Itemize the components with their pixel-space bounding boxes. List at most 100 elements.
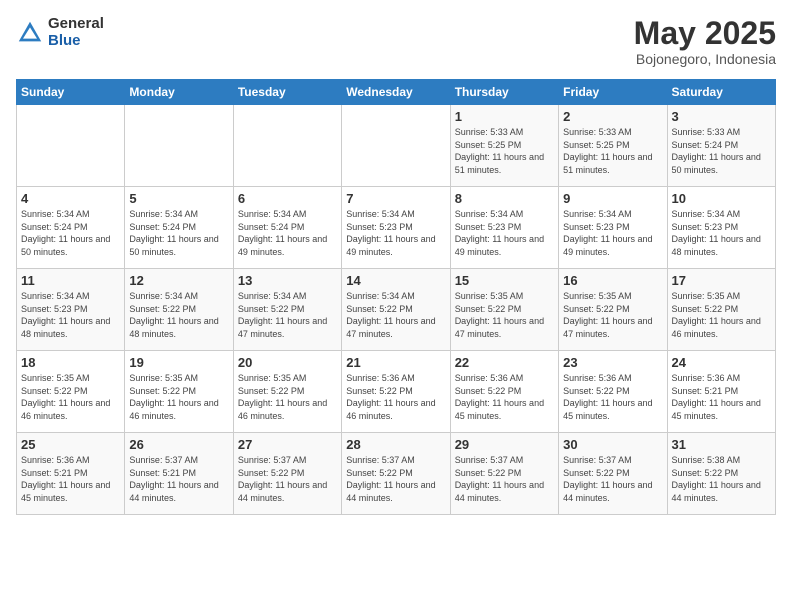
day-info: Sunrise: 5:34 AM Sunset: 5:24 PM Dayligh… xyxy=(129,208,228,258)
calendar-cell: 13Sunrise: 5:34 AM Sunset: 5:22 PM Dayli… xyxy=(233,269,341,351)
day-number: 8 xyxy=(455,191,554,206)
day-number: 12 xyxy=(129,273,228,288)
calendar-week-row: 11 Sunrise: 5:34 AM Sunset: 5:23 PM Dayli… xyxy=(17,269,776,351)
header: General Blue May 2025 Bojonegoro, Indone… xyxy=(16,16,776,67)
calendar-cell: 22 Sunrise: 5:36 AM Sunset: 5:22 PM Dayli… xyxy=(450,351,558,433)
day-number: 17 xyxy=(672,273,771,288)
day-info: Sunrise: 5:35 AM Sunset: 5:22 PM Dayligh… xyxy=(129,372,228,422)
calendar-table: SundayMondayTuesdayWednesdayThursdayFrid… xyxy=(16,79,776,515)
day-info: Sunrise: 5:37 AM Sunset: 5:22 PM Dayligh… xyxy=(238,454,337,504)
day-number: 24 xyxy=(672,355,771,370)
calendar-cell: 25Sunrise: 5:36 AM Sunset: 5:21 PM Dayli… xyxy=(17,433,125,515)
page-container: General Blue May 2025 Bojonegoro, Indone… xyxy=(0,0,792,525)
day-number: 26 xyxy=(129,437,228,452)
day-number: 29 xyxy=(455,437,554,452)
calendar-cell: 18 Sunrise: 5:35 AM Sunset: 5:22 PM Dayli… xyxy=(17,351,125,433)
calendar-cell: 11 Sunrise: 5:34 AM Sunset: 5:23 PM Dayli… xyxy=(17,269,125,351)
calendar-cell: 15Sunrise: 5:35 AM Sunset: 5:22 PM Dayli… xyxy=(450,269,558,351)
calendar-cell: 9 Sunrise: 5:34 AM Sunset: 5:23 PM Daylig… xyxy=(559,187,667,269)
col-header-monday: Monday xyxy=(125,80,233,105)
col-header-sunday: Sunday xyxy=(17,80,125,105)
calendar-cell: 1 Sunrise: 5:33 AM Sunset: 5:25 PM Daylig… xyxy=(450,105,558,187)
calendar-week-row: 18 Sunrise: 5:35 AM Sunset: 5:22 PM Dayli… xyxy=(17,351,776,433)
day-info: Sunrise: 5:35 AM Sunset: 5:22 PM Dayligh… xyxy=(21,372,120,422)
logo-blue: Blue xyxy=(48,33,104,50)
day-number: 19 xyxy=(129,355,228,370)
day-number: 31 xyxy=(672,437,771,452)
day-number: 15 xyxy=(455,273,554,288)
logo-text: General Blue xyxy=(48,16,104,49)
calendar-cell: 27Sunrise: 5:37 AM Sunset: 5:22 PM Dayli… xyxy=(233,433,341,515)
day-number: 4 xyxy=(21,191,120,206)
day-number: 6 xyxy=(238,191,337,206)
col-header-tuesday: Tuesday xyxy=(233,80,341,105)
day-number: 5 xyxy=(129,191,228,206)
day-info: Sunrise: 5:36 AM Sunset: 5:22 PM Dayligh… xyxy=(455,372,554,422)
logo-icon xyxy=(16,19,44,47)
calendar-week-row: 1 Sunrise: 5:33 AM Sunset: 5:25 PM Daylig… xyxy=(17,105,776,187)
calendar-cell: 28Sunrise: 5:37 AM Sunset: 5:22 PM Dayli… xyxy=(342,433,450,515)
day-number: 18 xyxy=(21,355,120,370)
day-info: Sunrise: 5:34 AM Sunset: 5:23 PM Dayligh… xyxy=(563,208,662,258)
day-info: Sunrise: 5:37 AM Sunset: 5:21 PM Dayligh… xyxy=(129,454,228,504)
day-number: 3 xyxy=(672,109,771,124)
day-info: Sunrise: 5:34 AM Sunset: 5:24 PM Dayligh… xyxy=(21,208,120,258)
col-header-thursday: Thursday xyxy=(450,80,558,105)
day-number: 22 xyxy=(455,355,554,370)
day-info: Sunrise: 5:34 AM Sunset: 5:23 PM Dayligh… xyxy=(455,208,554,258)
calendar-cell: 29 Sunrise: 5:37 AM Sunset: 5:22 PM Dayli… xyxy=(450,433,558,515)
month-title: May 2025 xyxy=(634,16,776,51)
day-number: 16 xyxy=(563,273,662,288)
logo-general: General xyxy=(48,16,104,33)
col-header-friday: Friday xyxy=(559,80,667,105)
calendar-cell: 24 Sunrise: 5:36 AM Sunset: 5:21 PM Dayli… xyxy=(667,351,775,433)
calendar-cell: 3Sunrise: 5:33 AM Sunset: 5:24 PM Daylig… xyxy=(667,105,775,187)
day-number: 7 xyxy=(346,191,445,206)
col-header-saturday: Saturday xyxy=(667,80,775,105)
calendar-cell xyxy=(342,105,450,187)
day-info: Sunrise: 5:33 AM Sunset: 5:25 PM Dayligh… xyxy=(455,126,554,176)
day-info: Sunrise: 5:34 AM Sunset: 5:22 PM Dayligh… xyxy=(346,290,445,340)
day-number: 21 xyxy=(346,355,445,370)
calendar-cell: 6 Sunrise: 5:34 AM Sunset: 5:24 PM Daylig… xyxy=(233,187,341,269)
day-number: 1 xyxy=(455,109,554,124)
location-subtitle: Bojonegoro, Indonesia xyxy=(634,51,776,67)
day-number: 23 xyxy=(563,355,662,370)
calendar-week-row: 25Sunrise: 5:36 AM Sunset: 5:21 PM Dayli… xyxy=(17,433,776,515)
calendar-cell: 14Sunrise: 5:34 AM Sunset: 5:22 PM Dayli… xyxy=(342,269,450,351)
day-info: Sunrise: 5:34 AM Sunset: 5:24 PM Dayligh… xyxy=(238,208,337,258)
day-info: Sunrise: 5:34 AM Sunset: 5:23 PM Dayligh… xyxy=(21,290,120,340)
day-info: Sunrise: 5:34 AM Sunset: 5:22 PM Dayligh… xyxy=(238,290,337,340)
day-number: 9 xyxy=(563,191,662,206)
calendar-week-row: 4 Sunrise: 5:34 AM Sunset: 5:24 PM Daylig… xyxy=(17,187,776,269)
day-number: 20 xyxy=(238,355,337,370)
calendar-cell xyxy=(17,105,125,187)
day-info: Sunrise: 5:37 AM Sunset: 5:22 PM Dayligh… xyxy=(563,454,662,504)
day-info: Sunrise: 5:35 AM Sunset: 5:22 PM Dayligh… xyxy=(672,290,771,340)
calendar-cell: 20Sunrise: 5:35 AM Sunset: 5:22 PM Dayli… xyxy=(233,351,341,433)
calendar-cell: 8 Sunrise: 5:34 AM Sunset: 5:23 PM Daylig… xyxy=(450,187,558,269)
calendar-cell: 10 Sunrise: 5:34 AM Sunset: 5:23 PM Dayli… xyxy=(667,187,775,269)
day-info: Sunrise: 5:36 AM Sunset: 5:21 PM Dayligh… xyxy=(21,454,120,504)
calendar-cell: 17 Sunrise: 5:35 AM Sunset: 5:22 PM Dayli… xyxy=(667,269,775,351)
day-number: 28 xyxy=(346,437,445,452)
calendar-cell: 31 Sunrise: 5:38 AM Sunset: 5:22 PM Dayli… xyxy=(667,433,775,515)
calendar-cell xyxy=(233,105,341,187)
day-info: Sunrise: 5:37 AM Sunset: 5:22 PM Dayligh… xyxy=(455,454,554,504)
calendar-cell: 2 Sunrise: 5:33 AM Sunset: 5:25 PM Daylig… xyxy=(559,105,667,187)
calendar-cell: 30Sunrise: 5:37 AM Sunset: 5:22 PM Dayli… xyxy=(559,433,667,515)
day-info: Sunrise: 5:36 AM Sunset: 5:21 PM Dayligh… xyxy=(672,372,771,422)
day-number: 11 xyxy=(21,273,120,288)
day-info: Sunrise: 5:35 AM Sunset: 5:22 PM Dayligh… xyxy=(563,290,662,340)
day-number: 10 xyxy=(672,191,771,206)
calendar-cell: 26 Sunrise: 5:37 AM Sunset: 5:21 PM Dayli… xyxy=(125,433,233,515)
calendar-header-row: SundayMondayTuesdayWednesdayThursdayFrid… xyxy=(17,80,776,105)
calendar-cell: 23Sunrise: 5:36 AM Sunset: 5:22 PM Dayli… xyxy=(559,351,667,433)
day-info: Sunrise: 5:34 AM Sunset: 5:22 PM Dayligh… xyxy=(129,290,228,340)
calendar-cell: 4 Sunrise: 5:34 AM Sunset: 5:24 PM Daylig… xyxy=(17,187,125,269)
day-info: Sunrise: 5:38 AM Sunset: 5:22 PM Dayligh… xyxy=(672,454,771,504)
day-info: Sunrise: 5:34 AM Sunset: 5:23 PM Dayligh… xyxy=(672,208,771,258)
day-info: Sunrise: 5:33 AM Sunset: 5:25 PM Dayligh… xyxy=(563,126,662,176)
day-number: 2 xyxy=(563,109,662,124)
day-info: Sunrise: 5:36 AM Sunset: 5:22 PM Dayligh… xyxy=(346,372,445,422)
